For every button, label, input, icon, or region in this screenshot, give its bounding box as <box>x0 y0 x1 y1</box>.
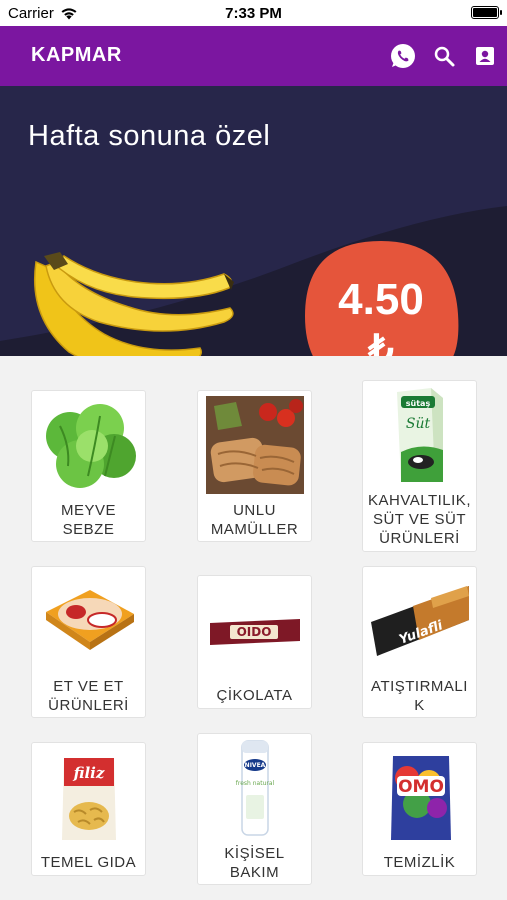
snack-bar-image: Yulafli <box>371 586 469 656</box>
category-card-meyve-sebze[interactable]: MEYVE SEBZE <box>31 390 146 542</box>
price-value: 4.50 <box>338 275 424 324</box>
clock: 7:33 PM <box>225 5 282 22</box>
category-label: ÇİKOLATA <box>216 687 293 704</box>
nivea-sub-text: fresh natural <box>236 780 275 787</box>
lettuce-image <box>46 404 136 488</box>
category-label: MEYVE SEBZE <box>60 502 116 538</box>
banner-title: Hafta sonuna özel <box>28 120 271 152</box>
detergent-brand-text: OMO <box>398 777 444 797</box>
detergent-box-image: OMO <box>391 756 451 840</box>
category-card-temel-gida[interactable]: filiz TEMEL GIDA <box>31 742 146 876</box>
search-icon[interactable] <box>430 42 458 70</box>
contact-card-icon[interactable] <box>471 42 499 70</box>
chocolate-bar-image: OIDO <box>210 619 300 645</box>
category-card-kisisel-bakim[interactable]: NIVEA fresh natural KİŞİSEL BAKIM <box>197 733 312 885</box>
battery-icon <box>471 6 502 19</box>
promo-banner[interactable]: Hafta sonuna özel 4.50 ₺ <box>0 86 507 356</box>
category-label: KİŞİSEL BAKIM <box>224 845 285 881</box>
whatsapp-icon[interactable] <box>389 42 417 70</box>
category-label: ET VE ET ÜRÜNLERİ <box>48 678 129 714</box>
category-label: KAHVALTILIK, SÜT VE SÜT ÜRÜNLERİ <box>368 492 471 547</box>
chocolate-brand-text: OIDO <box>237 625 272 639</box>
milk-carton-image: sütaş Süt <box>397 388 443 482</box>
chicken-tray-image <box>46 590 134 650</box>
pasta-brand-text: filiz <box>73 764 105 782</box>
pastry-image <box>206 396 304 494</box>
price-currency: ₺ <box>368 328 394 356</box>
category-label: TEMİZLİK <box>383 854 456 871</box>
category-card-cikolata[interactable]: OIDO ÇİKOLATA <box>197 575 312 709</box>
category-card-kahvaltilik[interactable]: sütaş Süt KAHVALTILIK, SÜT VE SÜT ÜRÜNLERİ <box>362 380 477 552</box>
category-label: ATIŞTIRMALI K <box>371 678 468 714</box>
status-bar: Carrier 7:33 PM <box>0 0 507 26</box>
milk-label-text: Süt <box>406 416 431 432</box>
nav-bar: KAPMAR <box>0 26 507 86</box>
category-card-unlu-mamuller[interactable]: UNLU MAMÜLLER <box>197 390 312 542</box>
nivea-brand-text: NIVEA <box>245 762 266 769</box>
app-title: KAPMAR <box>31 44 122 66</box>
deodorant-image: NIVEA fresh natural <box>236 740 275 836</box>
category-label: TEMEL GIDA <box>40 854 137 871</box>
price-tag: 4.50 ₺ <box>306 275 456 357</box>
category-card-et-urunleri[interactable]: ET VE ET ÜRÜNLERİ <box>31 566 146 718</box>
category-label: UNLU MAMÜLLER <box>210 502 299 538</box>
banana-image <box>33 252 234 356</box>
category-card-temizlik[interactable]: OMO TEMİZLİK <box>362 742 477 876</box>
category-card-atistirmalik[interactable]: Yulafli ATIŞTIRMALI K <box>362 566 477 718</box>
milk-brand-text: sütaş <box>406 399 431 408</box>
pasta-bag-image: filiz <box>62 758 116 840</box>
